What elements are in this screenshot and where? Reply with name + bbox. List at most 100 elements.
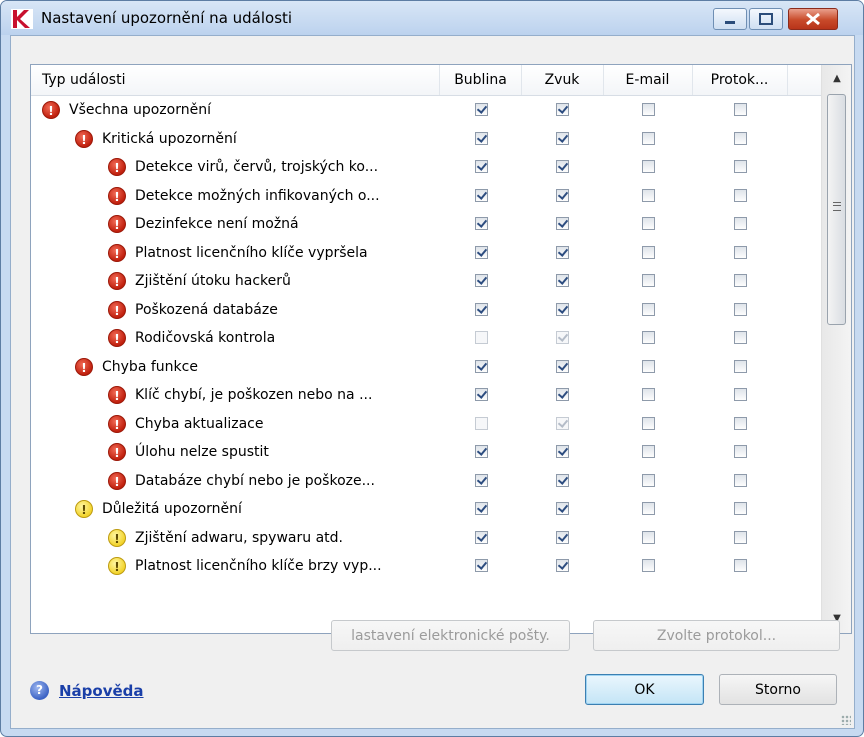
email-checkbox[interactable] <box>642 302 655 316</box>
email-checkbox[interactable] <box>642 445 655 458</box>
email-checkbox[interactable] <box>642 559 655 572</box>
sound-checkbox[interactable] <box>556 302 569 316</box>
email-checkbox[interactable] <box>642 388 655 401</box>
table-row[interactable]: ! Platnost licenčního klíče vypršela <box>31 239 821 268</box>
sound-checkbox[interactable] <box>556 559 569 572</box>
cancel-button[interactable]: Storno <box>719 674 837 705</box>
bubble-checkbox[interactable] <box>475 473 488 487</box>
bubble-checkbox[interactable] <box>475 217 488 230</box>
table-row[interactable]: ! Zjištění adwaru, spywaru atd. <box>31 524 821 553</box>
log-checkbox[interactable] <box>734 274 747 287</box>
bubble-checkbox[interactable] <box>475 274 488 287</box>
log-checkbox[interactable] <box>734 530 747 544</box>
table-row[interactable]: ! Detekce virů, červů, trojských ko... <box>31 153 821 182</box>
email-checkbox[interactable] <box>642 103 655 116</box>
bubble-checkbox[interactable] <box>475 331 488 344</box>
column-header-log[interactable]: Protok... <box>692 65 788 95</box>
scroll-up-arrow-icon[interactable]: ▲ <box>822 65 851 93</box>
sound-checkbox[interactable] <box>556 445 569 458</box>
choose-log-button[interactable]: Zvolte protokol... <box>593 620 840 651</box>
sound-checkbox[interactable] <box>556 331 569 344</box>
log-checkbox[interactable] <box>734 131 747 145</box>
log-checkbox[interactable] <box>734 103 747 116</box>
sound-checkbox[interactable] <box>556 359 569 373</box>
bubble-checkbox[interactable] <box>475 188 488 202</box>
email-checkbox[interactable] <box>642 331 655 344</box>
table-row[interactable]: ! Dezinfekce není možná <box>31 210 821 239</box>
sound-checkbox[interactable] <box>556 245 569 259</box>
log-checkbox[interactable] <box>734 502 747 515</box>
email-checkbox[interactable] <box>642 359 655 373</box>
email-checkbox[interactable] <box>642 245 655 259</box>
sound-checkbox[interactable] <box>556 388 569 401</box>
sound-checkbox[interactable] <box>556 473 569 487</box>
table-row[interactable]: ! Chyba funkce <box>31 353 821 382</box>
title-bar[interactable]: Nastavení upozornění na události <box>1 1 863 35</box>
log-checkbox[interactable] <box>734 245 747 259</box>
table-row[interactable]: ! Úlohu nelze spustit <box>31 438 821 467</box>
log-checkbox[interactable] <box>734 388 747 401</box>
resize-grip-icon[interactable] <box>841 715 851 725</box>
email-checkbox[interactable] <box>642 131 655 145</box>
table-row[interactable]: ! Všechna upozornění <box>31 96 821 125</box>
log-checkbox[interactable] <box>734 416 747 430</box>
sound-checkbox[interactable] <box>556 217 569 230</box>
email-checkbox[interactable] <box>642 416 655 430</box>
email-checkbox[interactable] <box>642 217 655 230</box>
close-button[interactable] <box>788 8 838 30</box>
email-checkbox[interactable] <box>642 502 655 515</box>
email-settings-button[interactable]: lastavení elektronické pošty. <box>331 620 570 651</box>
log-checkbox[interactable] <box>734 217 747 230</box>
column-header-bubble[interactable]: Bublina <box>440 65 522 95</box>
column-header-event-type[interactable]: Typ události <box>31 65 440 95</box>
table-row[interactable]: ! Poškozená databáze <box>31 296 821 325</box>
table-row[interactable]: ! Detekce možných infikovaných o... <box>31 182 821 211</box>
sound-checkbox[interactable] <box>556 416 569 430</box>
bubble-checkbox[interactable] <box>475 131 488 145</box>
log-checkbox[interactable] <box>734 559 747 572</box>
table-row[interactable]: ! Důležitá upozornění <box>31 495 821 524</box>
bubble-checkbox[interactable] <box>475 103 488 116</box>
table-row[interactable]: ! Databáze chybí nebo je poškoze... <box>31 467 821 496</box>
bubble-checkbox[interactable] <box>475 388 488 401</box>
bubble-checkbox[interactable] <box>475 502 488 515</box>
table-row[interactable]: ! Zjištění útoku hackerů <box>31 267 821 296</box>
table-row[interactable]: ! Klíč chybí, je poškozen nebo na ... <box>31 381 821 410</box>
bubble-checkbox[interactable] <box>475 416 488 430</box>
bubble-checkbox[interactable] <box>475 559 488 572</box>
scroll-thumb[interactable] <box>827 94 846 325</box>
table-row[interactable]: ! Platnost licenčního klíče brzy vyp... <box>31 552 821 581</box>
email-checkbox[interactable] <box>642 188 655 202</box>
email-checkbox[interactable] <box>642 530 655 544</box>
table-row[interactable]: ! Chyba aktualizace <box>31 410 821 439</box>
sound-checkbox[interactable] <box>556 530 569 544</box>
sound-checkbox[interactable] <box>556 160 569 173</box>
log-checkbox[interactable] <box>734 473 747 487</box>
column-header-sound[interactable]: Zvuk <box>521 65 604 95</box>
sound-checkbox[interactable] <box>556 502 569 515</box>
vertical-scrollbar[interactable]: ▲ ▼ <box>821 65 851 633</box>
bubble-checkbox[interactable] <box>475 445 488 458</box>
table-row[interactable]: ! Kritická upozornění <box>31 125 821 154</box>
sound-checkbox[interactable] <box>556 131 569 145</box>
log-checkbox[interactable] <box>734 359 747 373</box>
bubble-checkbox[interactable] <box>475 160 488 173</box>
log-checkbox[interactable] <box>734 445 747 458</box>
sound-checkbox[interactable] <box>556 274 569 287</box>
email-checkbox[interactable] <box>642 274 655 287</box>
maximize-button[interactable] <box>749 8 783 30</box>
email-checkbox[interactable] <box>642 160 655 173</box>
bubble-checkbox[interactable] <box>475 359 488 373</box>
column-header-email[interactable]: E-mail <box>603 65 693 95</box>
ok-button[interactable]: OK <box>585 674 704 705</box>
log-checkbox[interactable] <box>734 331 747 344</box>
help-link-label[interactable]: Nápověda <box>59 680 144 702</box>
log-checkbox[interactable] <box>734 302 747 316</box>
events-table[interactable]: Typ události Bublina Zvuk E-mail Protok.… <box>30 64 852 634</box>
minimize-button[interactable] <box>713 8 747 30</box>
bubble-checkbox[interactable] <box>475 530 488 544</box>
table-row[interactable]: ! Rodičovská kontrola <box>31 324 821 353</box>
log-checkbox[interactable] <box>734 160 747 173</box>
bubble-checkbox[interactable] <box>475 302 488 316</box>
sound-checkbox[interactable] <box>556 188 569 202</box>
